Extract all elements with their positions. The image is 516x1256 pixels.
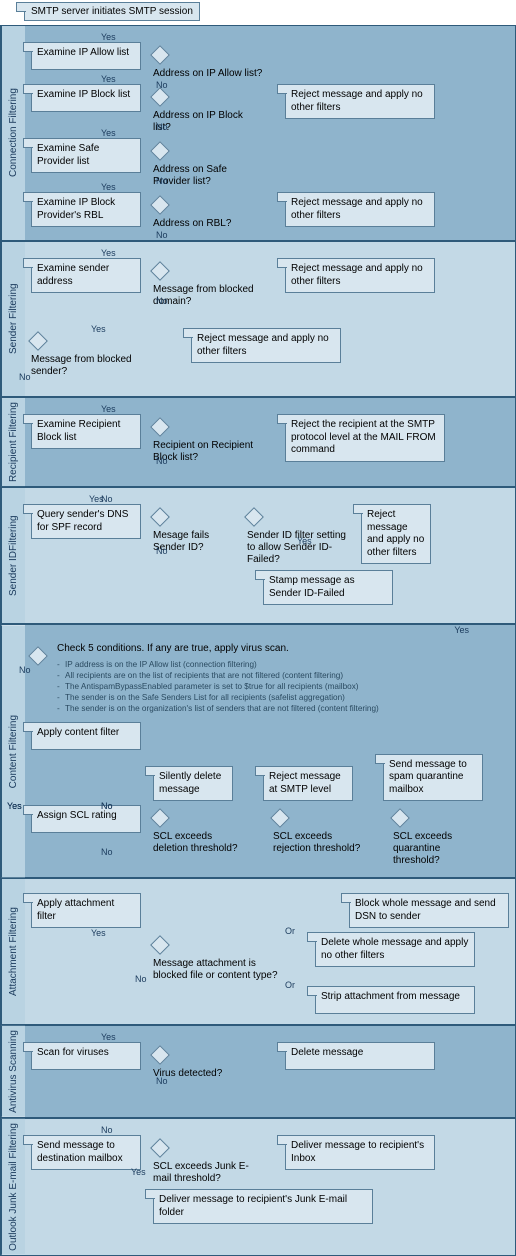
decision-icon <box>150 45 170 65</box>
cond-item: IP address is on the IP Allow list (conn… <box>57 659 503 670</box>
step-send-mailbox: Send message to destination mailbox <box>31 1135 141 1170</box>
out-stamp-sid: Stamp message as Sender ID-Failed <box>263 570 393 605</box>
cond-item: The sender is on the organization's list… <box>57 703 503 714</box>
out-reject-rbl: Reject message and apply no other filter… <box>285 192 435 227</box>
decision-icon <box>244 507 264 527</box>
decision-icon <box>150 141 170 161</box>
cond-head: Check 5 conditions. If any are true, app… <box>57 643 503 656</box>
step-attachment: Apply attachment filter <box>31 893 141 928</box>
q-safe-provider: Address on Safe Provider list? <box>153 164 263 188</box>
start-box: SMTP server initiates SMTP session <box>24 2 200 21</box>
section-senderid-filtering: Sender IDFiltering Query sender's DNS fo… <box>0 487 516 624</box>
step-sender-address: Examine sender address <box>31 258 141 293</box>
decision-icon <box>28 331 48 351</box>
out-junk-folder: Deliver message to recipient's Junk E-ma… <box>153 1189 373 1224</box>
decision-icon <box>150 507 170 527</box>
q-scl-delete: SCL exceeds deletion threshold? <box>153 831 243 855</box>
cond-item: The sender is on the Safe Senders List f… <box>57 692 503 703</box>
section-content-filtering: Content Filtering Yes Check 5 conditions… <box>0 624 516 878</box>
decision-icon <box>270 808 290 828</box>
q-ip-block: Address on IP Block list? <box>153 110 263 134</box>
step-examine-ip-block: Examine IP Block list <box>31 84 141 112</box>
q-scl-junk: SCL exceeds Junk E-mail threshold? <box>153 1161 263 1185</box>
out-silent-delete: Silently delete message <box>153 766 233 801</box>
out-block-dsn: Block whole message and send DSN to send… <box>349 893 509 928</box>
q-attachment-blocked: Message attachment is blocked file or co… <box>153 958 283 982</box>
q-recipient-block: Recipient on Recipient Block list? <box>153 440 263 464</box>
section-label: Antivirus Scanning <box>1 1026 25 1117</box>
q-rbl: Address on RBL? <box>153 218 231 230</box>
q-blocked-domain: Message from blocked domain? <box>153 284 263 308</box>
step-scan-virus: Scan for viruses <box>31 1042 141 1070</box>
section-label: Attachment Filtering <box>1 879 25 1024</box>
section-label: Content Filtering <box>1 625 25 877</box>
out-delete-whole: Delete whole message and apply no other … <box>315 932 475 967</box>
out-reject-sid: Reject message and apply no other filter… <box>361 504 431 564</box>
section-recipient-filtering: Recipient Filtering Examine Recipient Bl… <box>0 397 516 487</box>
decision-icon <box>150 261 170 281</box>
step-spf: Query sender's DNS for SPF record <box>31 504 141 539</box>
section-antivirus: Antivirus Scanning Scan for viruses YesV… <box>0 1025 516 1118</box>
out-spam-quarantine: Send message to spam quarantine mailbox <box>383 754 483 802</box>
section-label: Outlook Junk E-mail Filtering <box>1 1119 25 1255</box>
section-label: Recipient Filtering <box>1 398 25 486</box>
out-strip-attachment: Strip attachment from message <box>315 986 475 1014</box>
step-assign-scl: Assign SCL rating <box>31 805 141 833</box>
decision-icon <box>390 808 410 828</box>
decision-icon <box>150 808 170 828</box>
q-scl-quarantine: SCL exceeds quarantine threshold? <box>393 831 483 867</box>
cond-item: All recipients are on the list of recipi… <box>57 670 503 681</box>
conditions-box: Yes Check 5 conditions. If any are true,… <box>51 639 509 718</box>
q-scl-reject: SCL exceeds rejection threshold? <box>273 831 363 855</box>
section-sender-filtering: Sender Filtering Examine sender address … <box>0 241 516 397</box>
step-rbl: Examine IP Block Provider's RBL <box>31 192 141 227</box>
section-attachment-filtering: Attachment Filtering Apply attachment fi… <box>0 878 516 1025</box>
decision-icon <box>150 87 170 107</box>
start-text: SMTP server initiates SMTP session <box>31 6 193 17</box>
section-outlook-junk: Outlook Junk E-mail Filtering Send messa… <box>0 1118 516 1256</box>
decision-icon <box>150 1138 170 1158</box>
step-apply-content: Apply content filter <box>31 722 141 750</box>
out-inbox: Deliver message to recipient's Inbox <box>285 1135 435 1170</box>
decision-icon <box>28 646 48 666</box>
section-label: Connection Filtering <box>1 26 25 240</box>
step-examine-ip-allow: Examine IP Allow list <box>31 42 141 70</box>
section-label: Sender IDFiltering <box>1 488 25 623</box>
decision-icon <box>150 195 170 215</box>
decision-icon <box>150 417 170 437</box>
step-safe-provider: Examine Safe Provider list <box>31 138 141 173</box>
out-reject-sender: Reject message and apply no other filter… <box>191 328 341 363</box>
cond-item: The AntispamBypassEnabled parameter is s… <box>57 681 503 692</box>
out-reject-domain: Reject message and apply no other filter… <box>285 258 435 293</box>
decision-icon <box>150 1045 170 1065</box>
q-blocked-sender: Message from blocked sender? <box>31 354 141 378</box>
out-reject-block: Reject message and apply no other filter… <box>285 84 435 119</box>
step-recipient-block: Examine Recipient Block list <box>31 414 141 449</box>
out-reject-recipient: Reject the recipient at the SMTP protoco… <box>285 414 445 462</box>
section-connection-filtering: Connection Filtering Examine IP Allow li… <box>0 25 516 241</box>
decision-icon <box>150 935 170 955</box>
q-ip-allow: Address on IP Allow list? <box>153 68 262 80</box>
out-reject-smtp: Reject message at SMTP level <box>263 766 353 801</box>
out-delete-virus: Delete message <box>285 1042 435 1070</box>
